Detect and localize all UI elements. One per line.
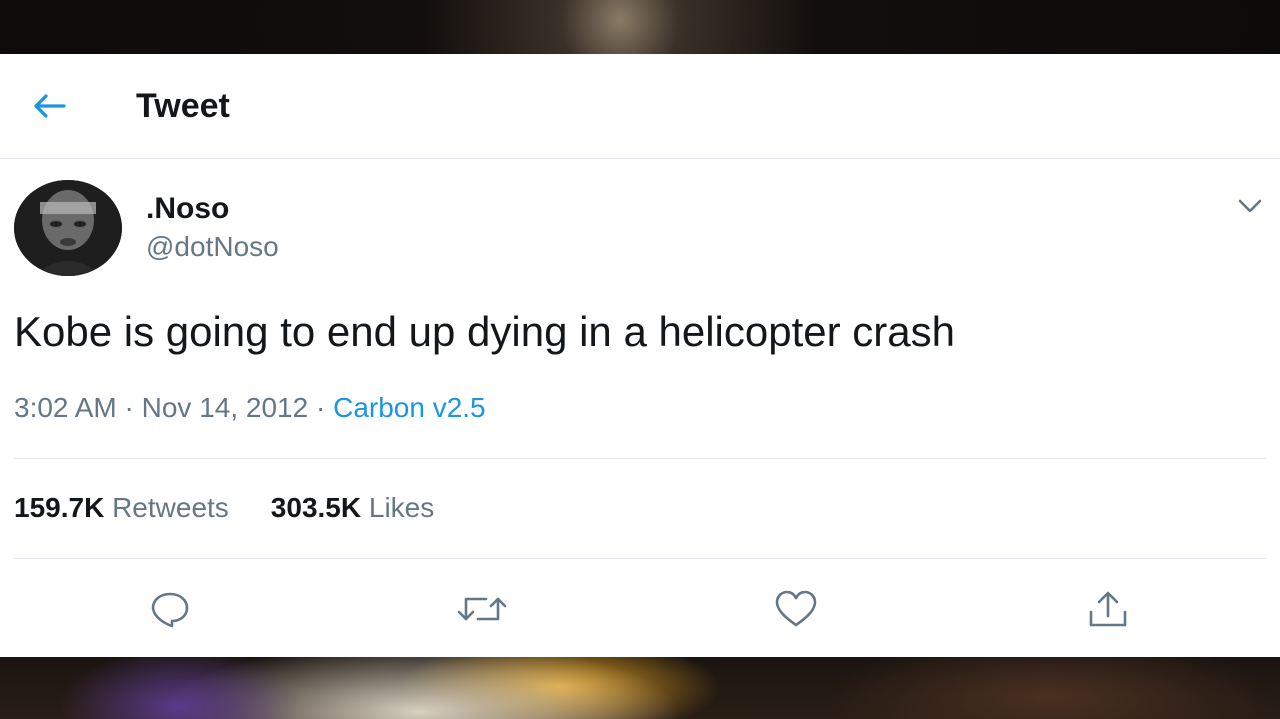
share-button[interactable] bbox=[1083, 584, 1133, 634]
page-title: Tweet bbox=[136, 87, 230, 125]
meta-separator: · bbox=[308, 392, 334, 423]
chevron-down-icon[interactable] bbox=[1236, 196, 1264, 216]
author-handle[interactable]: @dotNoso bbox=[146, 230, 279, 264]
heart-icon bbox=[773, 589, 819, 629]
tweet-time[interactable]: 3:02 AM bbox=[14, 392, 117, 423]
tweet-source-link[interactable]: Carbon v2.5 bbox=[333, 392, 486, 423]
tweet-date[interactable]: Nov 14, 2012 bbox=[142, 392, 309, 423]
meta-separator: · bbox=[116, 392, 142, 423]
tweet-card: Tweet .Noso @dotNoso Kobe is going to en… bbox=[0, 54, 1280, 657]
like-button[interactable] bbox=[771, 584, 821, 634]
retweets-stat[interactable]: 159.7K Retweets bbox=[14, 492, 229, 523]
back-arrow-icon[interactable] bbox=[30, 90, 68, 122]
author-display-name[interactable]: .Noso bbox=[146, 192, 229, 226]
likes-stat[interactable]: 303.5K Likes bbox=[271, 492, 434, 523]
tweet-meta: 3:02 AM · Nov 14, 2012 · Carbon v2.5 bbox=[14, 390, 486, 426]
header-bar: Tweet bbox=[0, 54, 1280, 159]
likes-count: 303.5K bbox=[270, 492, 362, 523]
action-bar bbox=[0, 584, 1280, 634]
screenshot-stage: Tweet .Noso @dotNoso Kobe is going to en… bbox=[0, 0, 1280, 719]
background-photo bbox=[0, 657, 1280, 719]
avatar[interactable] bbox=[14, 180, 122, 276]
divider bbox=[14, 458, 1266, 459]
likes-label: Likes bbox=[361, 492, 435, 523]
divider bbox=[14, 558, 1266, 559]
tweet-text: Kobe is going to end up dying in a helic… bbox=[14, 308, 955, 355]
reply-icon bbox=[148, 589, 192, 629]
retweet-icon bbox=[456, 589, 508, 629]
retweet-button[interactable] bbox=[457, 584, 507, 634]
tweet-stats: 159.7K Retweets 303.5K Likes bbox=[14, 490, 434, 526]
reply-button[interactable] bbox=[145, 584, 195, 634]
retweets-label: Retweets bbox=[104, 492, 229, 523]
retweets-count: 159.7K bbox=[14, 492, 105, 523]
share-icon bbox=[1086, 588, 1130, 630]
